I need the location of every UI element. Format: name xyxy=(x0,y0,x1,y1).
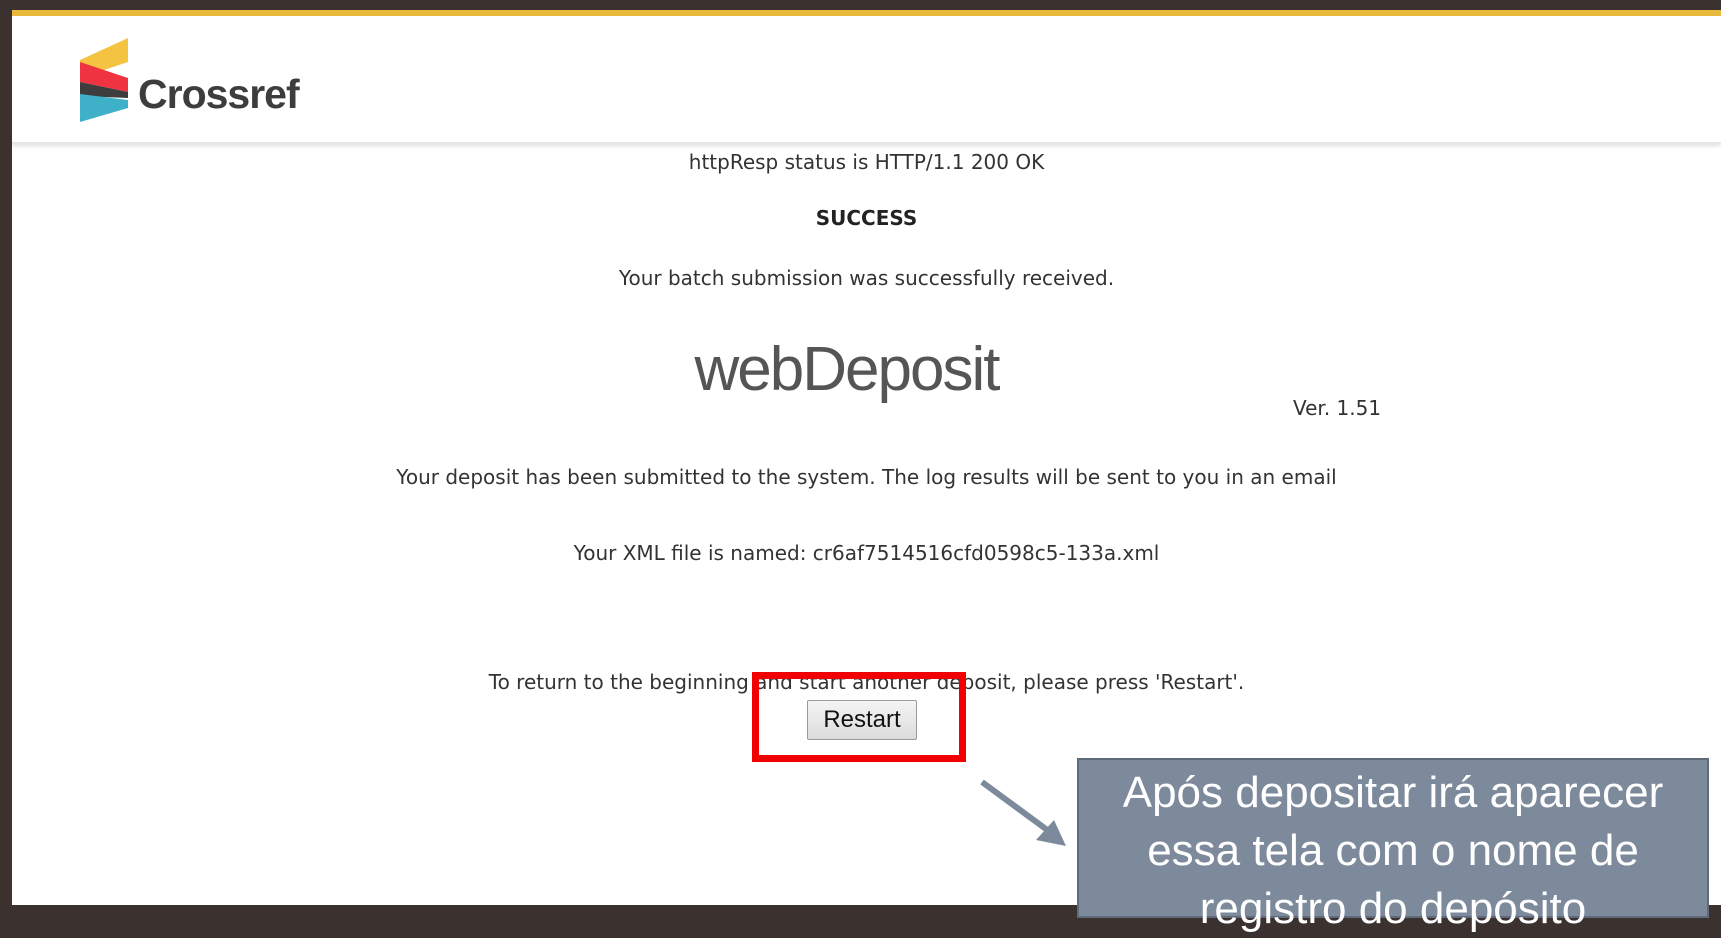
deposit-message: Your deposit has been submitted to the s… xyxy=(396,465,1337,489)
site-header: Crossref xyxy=(12,16,1721,143)
logo-text: Crossref xyxy=(138,71,300,117)
http-status-text: httpResp status is HTTP/1.1 200 OK xyxy=(688,150,1045,174)
annotation-callout: Após depositar irá aparecer essa tela co… xyxy=(1077,758,1709,933)
success-heading: SUCCESS xyxy=(815,206,918,230)
xml-filename-text: Your XML file is named: cr6af7514516cfd0… xyxy=(573,541,1160,565)
arrow-icon xyxy=(980,779,1066,846)
webdeposit-brand: webDeposit xyxy=(694,335,1001,404)
batch-message: Your batch submission was successfully r… xyxy=(618,266,1115,290)
crossref-logo-icon xyxy=(80,38,128,122)
crossref-logo[interactable]: Crossref xyxy=(76,38,396,128)
version-label: Ver. 1.51 xyxy=(1293,396,1382,420)
window-frame-top xyxy=(0,0,1721,10)
highlight-box xyxy=(752,672,966,762)
